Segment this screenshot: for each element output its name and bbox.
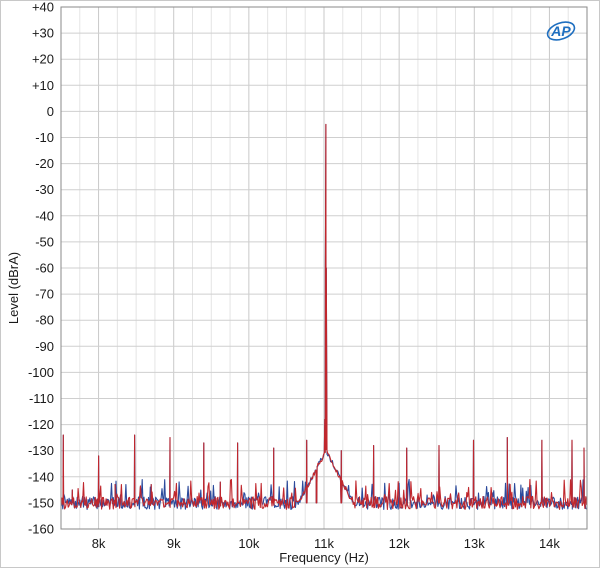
- x-tick-label: 12k: [389, 536, 410, 551]
- y-tick-label: -70: [35, 287, 54, 302]
- x-tick-label: 11k: [314, 536, 334, 551]
- y-tick-label: -10: [35, 130, 54, 145]
- y-tick-label: -40: [35, 208, 54, 223]
- y-tick-label: +30: [32, 26, 54, 41]
- x-tick-label: 13k: [464, 536, 485, 551]
- y-tick-label: -60: [35, 261, 54, 276]
- y-tick-label: -20: [35, 156, 54, 171]
- y-tick-label: -140: [28, 469, 54, 484]
- x-axis-title: Frequency (Hz): [279, 550, 369, 565]
- y-tick-label: +10: [32, 78, 54, 93]
- x-tick-label: 14k: [539, 536, 560, 551]
- x-tick-label: 10k: [238, 536, 259, 551]
- y-tick-label: -120: [28, 417, 54, 432]
- x-tick-label: 9k: [167, 536, 181, 551]
- y-tick-labels: +40 +30 +20 +10 0 -10 -20 -30 -40 -50 -60 -70 -80 -90…: [28, 0, 54, 537]
- x-tick-labels: 8k 9k 10k 11k 12k 13k 14k: [92, 536, 561, 551]
- y-tick-label: -80: [35, 313, 54, 328]
- y-tick-label: -130: [28, 443, 54, 458]
- y-tick-label: -90: [35, 339, 54, 354]
- y-tick-label: 0: [47, 104, 54, 119]
- y-tick-label: -30: [35, 182, 54, 197]
- y-tick-label: -150: [28, 495, 54, 510]
- chart-svg: +40 +30 +20 +10 0 -10 -20 -30 -40 -50 -60 -70 -80 -90…: [6, 0, 588, 565]
- y-tick-label: +20: [32, 52, 54, 67]
- y-axis-title: Level (dBrA): [6, 252, 21, 324]
- y-tick-label: -160: [28, 522, 54, 537]
- y-tick-label: -100: [28, 365, 54, 380]
- y-tick-label: +40: [32, 0, 54, 15]
- y-tick-label: -50: [35, 234, 54, 249]
- ap-logo-text: AP: [550, 23, 571, 39]
- y-tick-label: -110: [29, 391, 54, 406]
- x-tick-label: 8k: [92, 536, 106, 551]
